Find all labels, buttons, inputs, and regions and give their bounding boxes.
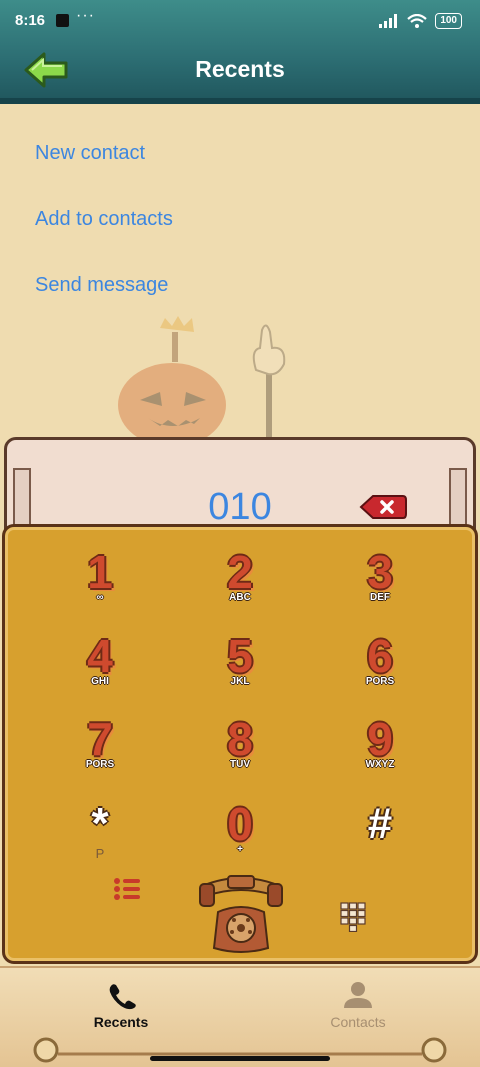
notification-icon bbox=[56, 14, 69, 27]
number-display: 010 bbox=[4, 437, 476, 537]
key-8-digit: 8 bbox=[227, 713, 253, 765]
bottom-navigation: Recents Contacts bbox=[0, 966, 480, 1067]
key-5[interactable]: 5 JKL bbox=[180, 630, 300, 710]
tab-recents-label: Recents bbox=[93, 1014, 149, 1030]
action-menu: New contact Add to contacts Send message bbox=[35, 140, 173, 338]
key-3-digit: 3 bbox=[367, 546, 393, 598]
more-notifications-icon: ··· bbox=[76, 7, 95, 24]
key-6-digit: 6 bbox=[367, 630, 393, 682]
key-4-digit: 4 bbox=[87, 630, 113, 682]
new-contact-link[interactable]: New contact bbox=[35, 140, 173, 206]
pause-label: P bbox=[95, 846, 105, 861]
key-3[interactable]: 3 DEF bbox=[320, 546, 440, 626]
hash-icon: # bbox=[367, 799, 393, 848]
key-4[interactable]: 4 GHI bbox=[40, 630, 160, 710]
status-bar: 8:16 ··· 100 bbox=[0, 7, 480, 32]
signal-icon bbox=[379, 14, 398, 28]
dialpad-grid-icon[interactable] bbox=[340, 902, 366, 932]
home-indicator bbox=[150, 1056, 330, 1061]
phone-icon bbox=[109, 984, 136, 1010]
tab-recents[interactable]: Recents bbox=[61, 980, 181, 1030]
backspace-icon[interactable] bbox=[359, 494, 407, 520]
key-6-letters: PORS bbox=[365, 676, 395, 687]
tab-contacts-label: Contacts bbox=[330, 1014, 386, 1030]
key-2[interactable]: 2 ABC bbox=[180, 546, 300, 626]
key-3-letters: DEF bbox=[370, 592, 390, 603]
key-7-digit: 7 bbox=[87, 713, 113, 765]
key-8[interactable]: 8 TUV bbox=[180, 713, 300, 793]
key-9-letters: WXYZ bbox=[365, 759, 395, 770]
call-button[interactable] bbox=[196, 872, 286, 954]
key-9-digit: 9 bbox=[367, 713, 393, 765]
key-7[interactable]: 7 PORS bbox=[40, 713, 160, 793]
key-hash[interactable]: # bbox=[320, 798, 440, 878]
key-7-letters: PORS bbox=[85, 759, 115, 770]
list-menu-icon[interactable] bbox=[112, 876, 142, 902]
person-icon bbox=[344, 982, 372, 1008]
key-8-letters: TUV bbox=[230, 759, 250, 770]
pumpkin-background-art bbox=[118, 316, 286, 440]
key-1[interactable]: 1 ∞ bbox=[40, 546, 160, 626]
asterisk-icon: * bbox=[91, 799, 109, 848]
key-1-digit: 1 bbox=[87, 546, 113, 598]
key-star[interactable]: * P bbox=[40, 798, 160, 878]
key-2-digit: 2 bbox=[227, 546, 253, 598]
key-6[interactable]: 6 PORS bbox=[320, 630, 440, 710]
page-title: Recents bbox=[195, 56, 285, 82]
battery-icon: 100 bbox=[435, 13, 462, 29]
tab-contacts[interactable]: Contacts bbox=[298, 980, 418, 1030]
key-9[interactable]: 9 WXYZ bbox=[320, 713, 440, 793]
add-to-contacts-link[interactable]: Add to contacts bbox=[35, 206, 173, 272]
key-0-plus: + bbox=[237, 844, 243, 855]
key-0-digit: 0 bbox=[227, 798, 253, 850]
app-header: 8:16 ··· 100 Recents bbox=[0, 0, 480, 104]
status-time: 8:16 bbox=[15, 12, 46, 29]
wifi-icon bbox=[407, 13, 428, 28]
key-5-digit: 5 bbox=[227, 630, 253, 682]
key-0[interactable]: 0 + bbox=[180, 798, 300, 878]
voicemail-icon: ∞ bbox=[96, 592, 104, 603]
key-4-letters: GHI bbox=[91, 676, 109, 687]
key-2-letters: ABC bbox=[229, 592, 251, 603]
key-5-letters: JKL bbox=[230, 676, 250, 687]
